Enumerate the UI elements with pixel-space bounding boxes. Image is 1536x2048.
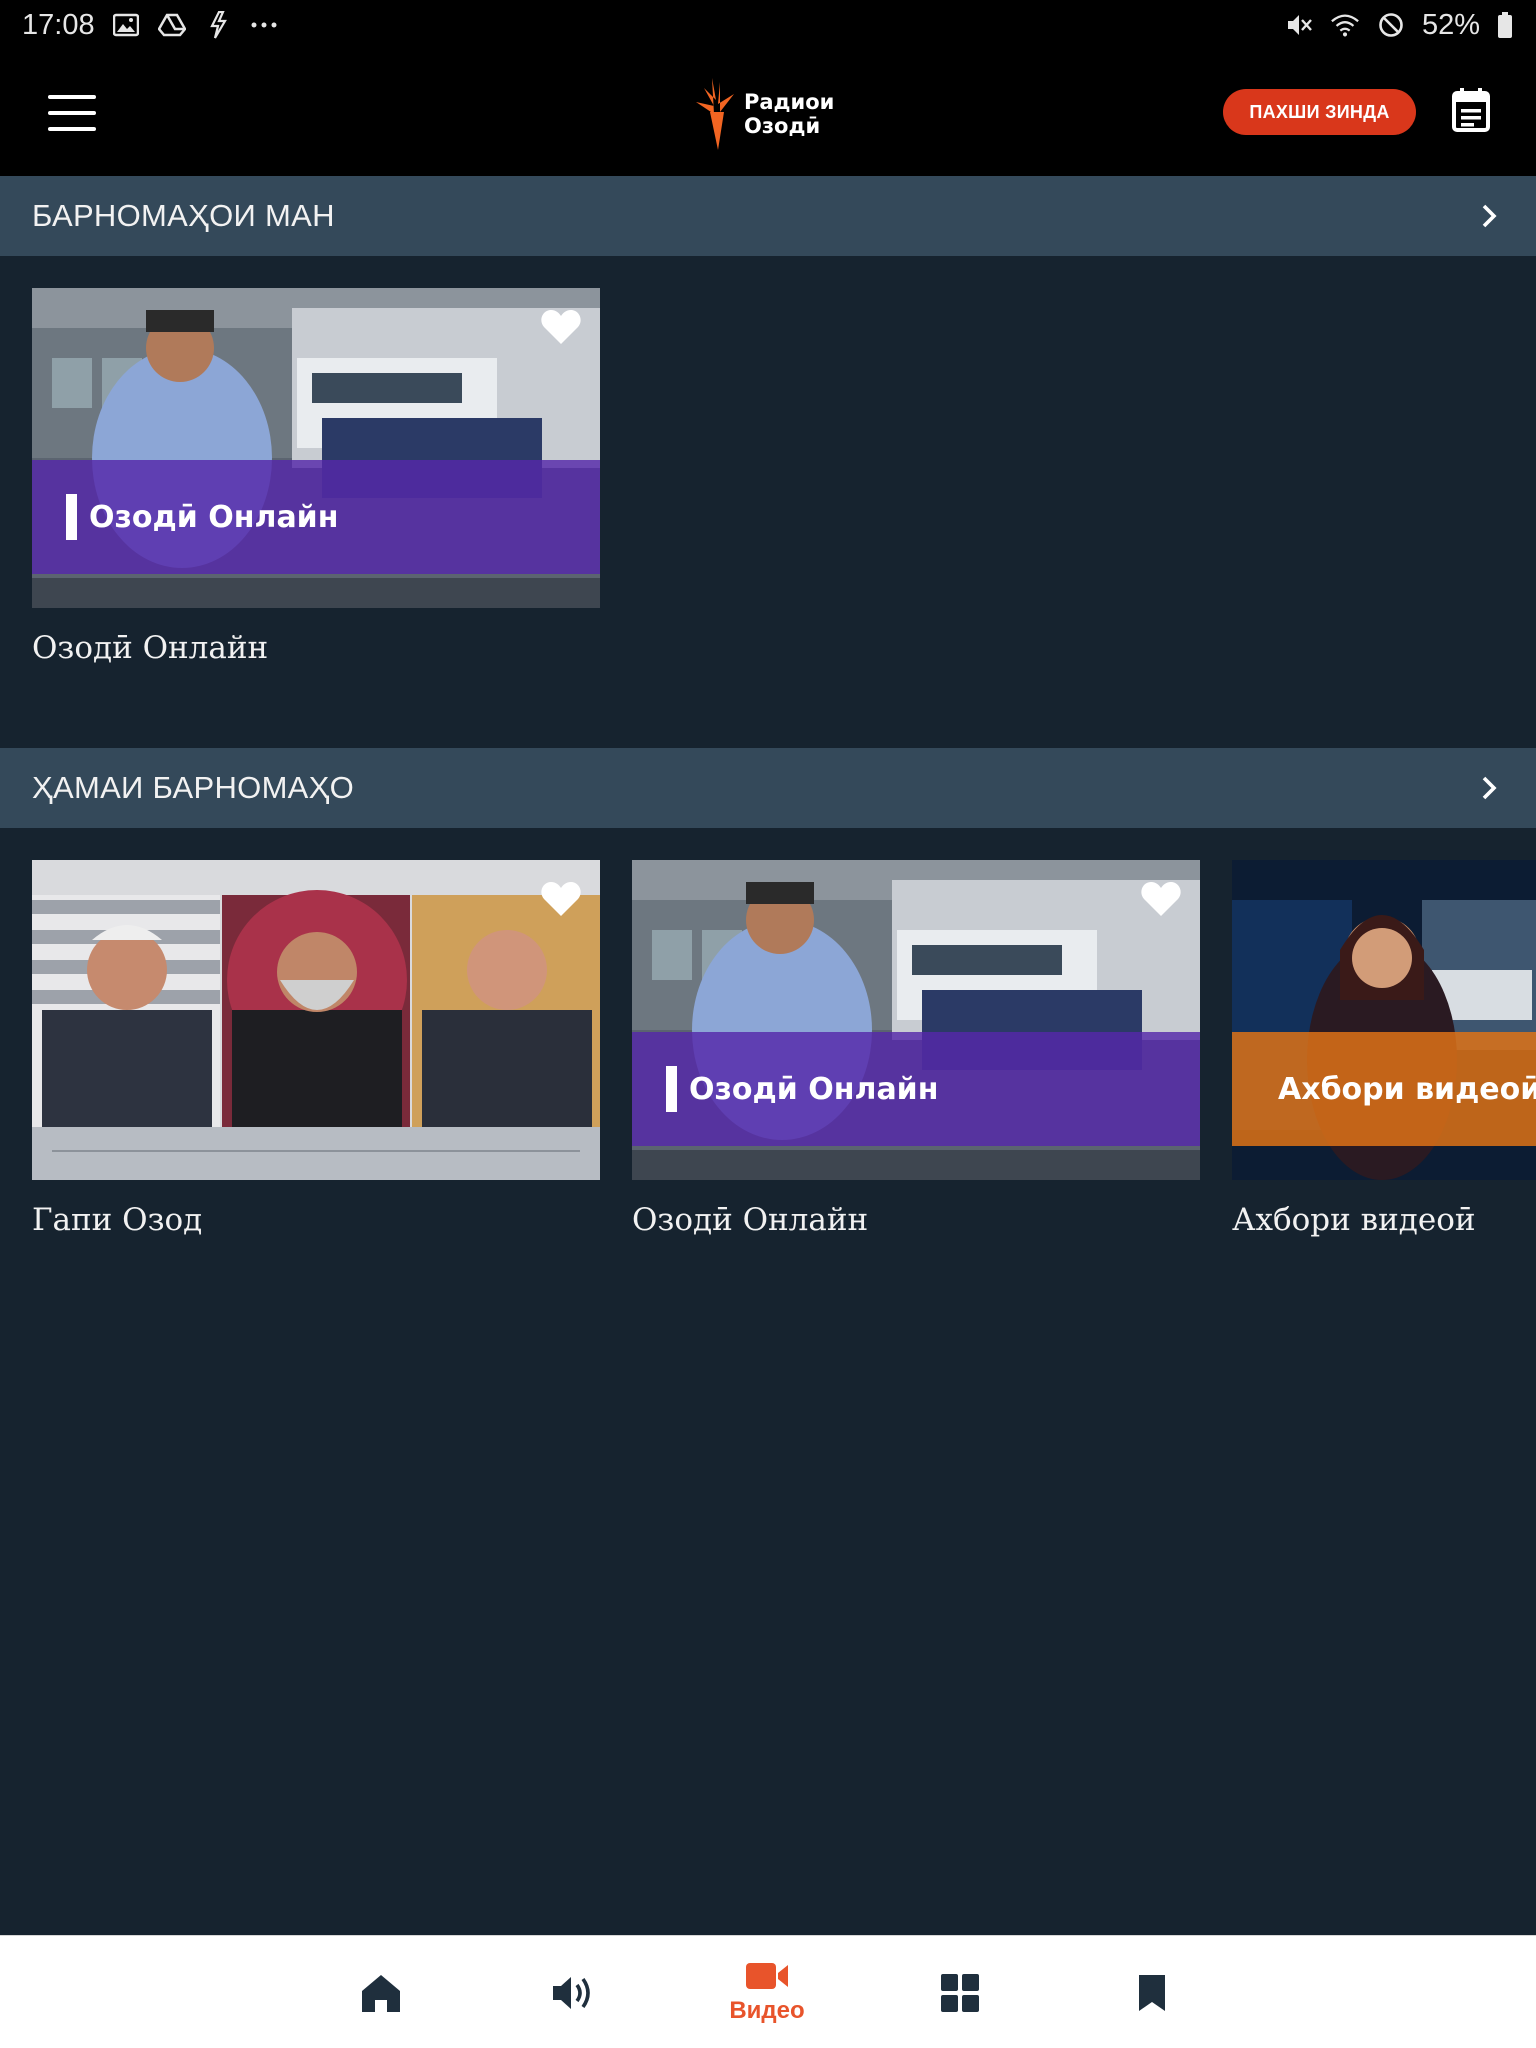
bottom-navigation: Видео bbox=[0, 1935, 1536, 2048]
section-title: ҲАМАИ БАРНОМАҲО bbox=[32, 770, 355, 805]
nav-bookmarks[interactable] bbox=[1092, 1936, 1212, 2048]
program-card[interactable]: Ахбори видеоӣ Ахбори видеоӣ bbox=[1232, 860, 1536, 1238]
menu-icon-line bbox=[48, 95, 96, 99]
live-broadcast-button[interactable]: ПАХШИ ЗИНДА bbox=[1223, 89, 1416, 135]
program-overlay-band: Озодӣ Онлайн bbox=[32, 460, 600, 574]
program-thumbnail: Озодӣ Онлайн bbox=[32, 288, 600, 608]
logo-line-1: Радиои bbox=[744, 90, 835, 114]
audio-icon bbox=[553, 1976, 590, 2009]
program-title: Озодӣ Онлайн bbox=[32, 630, 269, 666]
nav-sections[interactable] bbox=[900, 1936, 1020, 2048]
section-title: БАРНОМАҲОИ МАН bbox=[32, 198, 335, 233]
menu-button[interactable] bbox=[48, 95, 96, 131]
more-dots-icon bbox=[249, 10, 279, 40]
overlay-bar bbox=[66, 494, 77, 540]
program-title: Гапи Озод bbox=[32, 1202, 203, 1238]
wifi-icon bbox=[1330, 10, 1360, 40]
heart-icon[interactable] bbox=[540, 308, 582, 346]
program-card[interactable]: Гапи Озод bbox=[32, 860, 600, 1238]
program-thumbnail bbox=[32, 860, 600, 1180]
signal-icon bbox=[203, 10, 233, 40]
overlay-title: Ахбори видеоӣ bbox=[1278, 1071, 1536, 1107]
logo: Радиои Озодӣ bbox=[694, 74, 844, 154]
menu-icon-line bbox=[48, 127, 96, 131]
status-right: 52% bbox=[1284, 9, 1514, 42]
logo-text: Радиои Озодӣ bbox=[744, 90, 834, 138]
chevron-right-icon bbox=[1482, 776, 1497, 800]
video-icon bbox=[746, 1962, 788, 1989]
program-card[interactable]: Озодӣ Онлайн Озодӣ Онлайн bbox=[32, 288, 600, 666]
nav-audio[interactable] bbox=[514, 1936, 634, 2048]
block-icon bbox=[1376, 10, 1406, 40]
logo-line-2: Озодӣ bbox=[744, 114, 821, 138]
status-bar: 17:08 52% bbox=[0, 0, 1536, 50]
battery-icon bbox=[1496, 10, 1514, 40]
chevron-right-icon bbox=[1482, 204, 1497, 228]
drive-icon bbox=[157, 10, 187, 40]
grid-icon bbox=[941, 1973, 979, 2012]
heart-icon[interactable] bbox=[540, 880, 582, 918]
torch-logo-icon bbox=[696, 78, 734, 150]
overlay-title: Озодӣ Онлайн bbox=[89, 499, 339, 535]
section-header-all-programs[interactable]: ҲАМАИ БАРНОМАҲО bbox=[0, 748, 1536, 828]
program-title: Озодӣ Онлайн bbox=[632, 1202, 869, 1238]
program-card[interactable]: Озодӣ Онлайн Озодӣ Онлайн bbox=[632, 860, 1200, 1238]
mute-icon bbox=[1284, 10, 1314, 40]
program-title: Ахбори видеоӣ bbox=[1232, 1202, 1476, 1238]
battery-percent: 52% bbox=[1421, 8, 1480, 41]
thumbnail-image bbox=[32, 860, 600, 1180]
image-icon bbox=[111, 10, 141, 40]
menu-icon-line bbox=[48, 111, 96, 115]
overlay-title: Озодӣ Онлайн bbox=[689, 1071, 939, 1107]
status-time: 17:08 bbox=[22, 8, 95, 41]
schedule-button[interactable] bbox=[1452, 88, 1490, 132]
nav-home[interactable] bbox=[321, 1936, 441, 2048]
heart-icon[interactable] bbox=[1140, 880, 1182, 918]
bookmark-icon bbox=[1139, 1974, 1165, 2011]
program-thumbnail: Озодӣ Онлайн bbox=[632, 860, 1200, 1180]
home-icon bbox=[362, 1974, 400, 2012]
program-thumbnail: Ахбори видеоӣ bbox=[1232, 860, 1536, 1180]
program-overlay-band: Озодӣ Онлайн bbox=[632, 1032, 1200, 1146]
app-bar: Радиои Озодӣ ПАХШИ ЗИНДА bbox=[0, 50, 1536, 176]
status-left: 17:08 bbox=[22, 9, 279, 42]
overlay-bar bbox=[666, 1066, 677, 1112]
nav-video[interactable]: Видео bbox=[707, 1936, 827, 2048]
section-header-my-programs[interactable]: БАРНОМАҲОИ МАН bbox=[0, 176, 1536, 256]
nav-video-label: Видео bbox=[729, 1996, 805, 2024]
program-overlay-band: Ахбори видеоӣ bbox=[1232, 1032, 1536, 1146]
calendar-icon bbox=[1452, 88, 1490, 132]
